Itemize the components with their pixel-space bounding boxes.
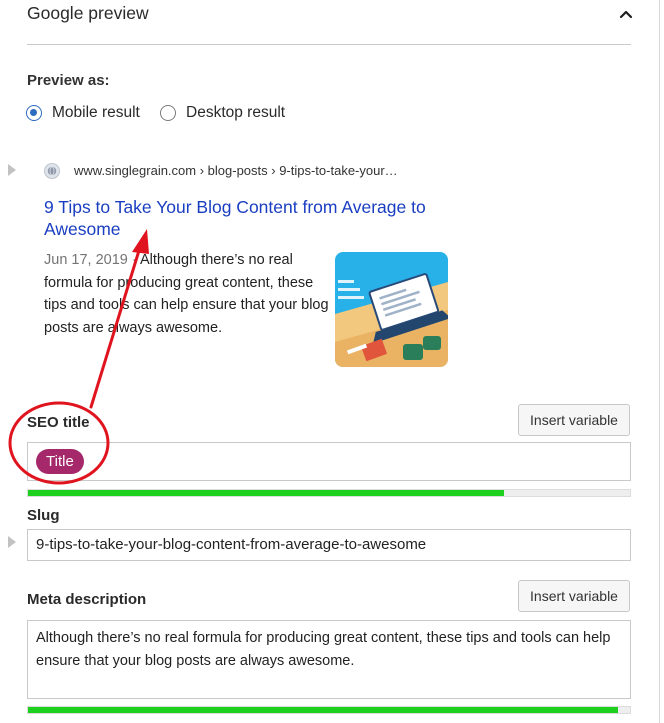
seo-title-insert-variable-button[interactable]: Insert variable bbox=[518, 404, 630, 436]
slug-input[interactable]: 9-tips-to-take-your-blog-content-from-av… bbox=[27, 529, 631, 561]
mobile-result-radio[interactable] bbox=[26, 105, 42, 121]
mobile-result-label: Mobile result bbox=[52, 104, 140, 121]
seo-title-input[interactable]: Title bbox=[27, 442, 631, 481]
chevron-up-icon bbox=[619, 10, 633, 19]
serp-date: Jun 17, 2019 · bbox=[44, 252, 137, 268]
gutter-expand-arrow-icon[interactable] bbox=[8, 536, 16, 548]
laptop-illustration-icon bbox=[335, 252, 448, 367]
meta-description-insert-variable-button[interactable]: Insert variable bbox=[518, 580, 630, 612]
serp-thumbnail-image bbox=[335, 252, 448, 367]
seo-title-label: SEO title bbox=[27, 414, 90, 431]
meta-description-value: Although there’s no real formula for pro… bbox=[36, 630, 611, 669]
desktop-result-radio-option[interactable]: Desktop result bbox=[160, 104, 285, 122]
globe-icon bbox=[44, 163, 60, 179]
preview-as-label: Preview as: bbox=[27, 72, 110, 89]
serp-snippet: Jun 17, 2019 · Although there’s no real … bbox=[44, 249, 329, 339]
title-variable-pill[interactable]: Title bbox=[36, 449, 84, 474]
meta-description-input[interactable]: Although there’s no real formula for pro… bbox=[27, 620, 631, 699]
serp-title-link[interactable]: 9 Tips to Take Your Blog Content from Av… bbox=[44, 196, 444, 240]
mobile-result-radio-option[interactable]: Mobile result bbox=[26, 104, 140, 122]
meta-description-label: Meta description bbox=[27, 591, 147, 608]
gutter-expand-arrow-icon[interactable] bbox=[8, 164, 16, 176]
header-divider bbox=[27, 44, 631, 45]
desktop-result-radio[interactable] bbox=[160, 105, 176, 121]
meta-description-progress-bar bbox=[27, 706, 631, 714]
desktop-result-label: Desktop result bbox=[186, 104, 286, 121]
panel-right-border bbox=[659, 0, 660, 723]
collapse-toggle-button[interactable] bbox=[612, 4, 640, 24]
slug-label: Slug bbox=[27, 507, 60, 524]
seo-title-progress-fill bbox=[28, 490, 504, 496]
seo-title-progress-bar bbox=[27, 489, 631, 497]
google-preview-heading: Google preview bbox=[27, 3, 149, 23]
slug-value: 9-tips-to-take-your-blog-content-from-av… bbox=[36, 536, 427, 553]
serp-breadcrumb-url: www.singlegrain.com › blog-posts › 9-tip… bbox=[74, 163, 398, 178]
meta-description-progress-fill bbox=[28, 707, 618, 713]
